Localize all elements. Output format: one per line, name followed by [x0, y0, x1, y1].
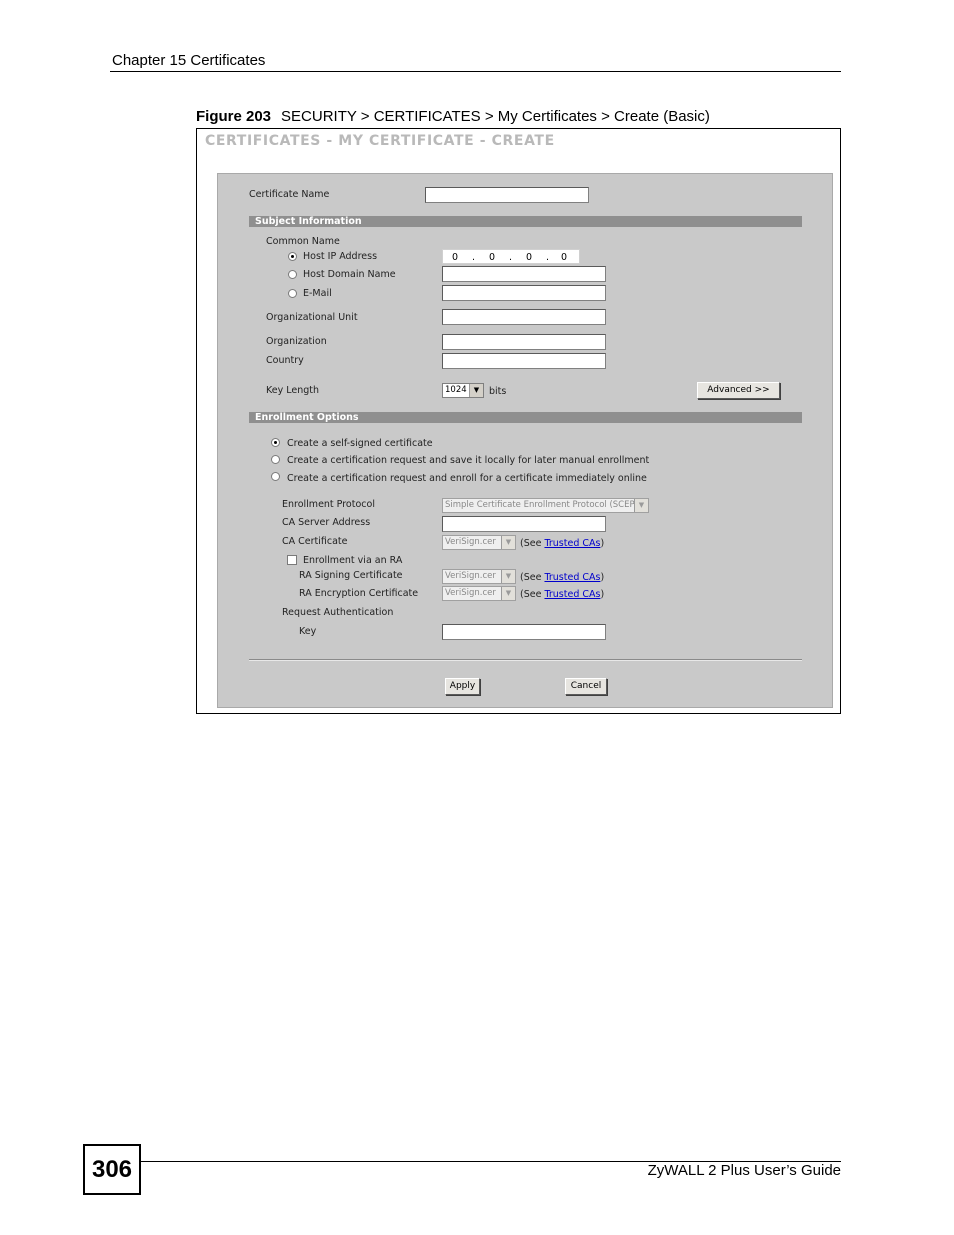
org-unit-label: Organizational Unit [266, 312, 358, 323]
ra-encryption-label: RA Encryption Certificate [299, 588, 419, 599]
email-input[interactable] [442, 285, 606, 301]
enrollment-via-ra-checkbox[interactable] [287, 555, 297, 565]
host-domain-radio[interactable] [288, 270, 297, 279]
host-ip-radio[interactable] [288, 252, 297, 261]
ip-octet-1: 0 [452, 252, 459, 263]
request-local-label: Create a certification request and save … [287, 455, 650, 466]
key-length-label: Key Length [266, 385, 320, 396]
ra-signing-see: (See Trusted CAs) [520, 572, 604, 584]
see-close: ) [600, 538, 605, 549]
form-divider [249, 659, 802, 661]
ip-octet-3: 0 [526, 252, 533, 263]
certificate-name-label: Certificate Name [249, 189, 330, 200]
subject-information-bar: Subject Information [249, 216, 802, 227]
header-rule [110, 71, 841, 72]
self-signed-radio[interactable] [271, 438, 280, 447]
email-label: E-Mail [303, 288, 332, 299]
figure-caption-text: SECURITY > CERTIFICATES > My Certificate… [281, 108, 710, 125]
request-authentication-label: Request Authentication [282, 607, 394, 618]
cancel-button[interactable]: Cancel [565, 678, 607, 695]
ca-server-label: CA Server Address [282, 517, 371, 528]
certificate-name-input[interactable] [425, 187, 589, 203]
organization-label: Organization [266, 336, 327, 347]
ca-certificate-select[interactable]: VeriSign.cer ▼ [442, 535, 516, 550]
host-domain-label: Host Domain Name [303, 269, 396, 280]
ip-dot: . [472, 252, 476, 263]
see-text: (See [520, 538, 542, 549]
enrollment-protocol-value: Simple Certificate Enrollment Protocol (… [445, 500, 638, 510]
ca-server-input[interactable] [442, 516, 606, 532]
host-domain-input[interactable] [442, 266, 606, 282]
apply-button[interactable]: Apply [445, 678, 480, 695]
trusted-cas-link[interactable]: Trusted CAs [544, 572, 600, 583]
enrollment-protocol-select[interactable]: Simple Certificate Enrollment Protocol (… [442, 498, 649, 513]
chevron-down-icon: ▼ [634, 499, 648, 512]
trusted-cas-link[interactable]: Trusted CAs [544, 589, 600, 600]
screen-title: CERTIFICATES - MY CERTIFICATE - CREATE [205, 133, 555, 149]
subject-information-heading: Subject Information [255, 216, 362, 227]
ca-certificate-label: CA Certificate [282, 536, 348, 547]
organization-input[interactable] [442, 334, 606, 350]
key-length-select[interactable]: 1024 ▼ [442, 383, 484, 398]
see-close: ) [600, 589, 605, 600]
key-label: Key [299, 626, 317, 637]
request-local-radio[interactable] [271, 455, 280, 464]
country-label: Country [266, 355, 304, 366]
org-unit-input[interactable] [442, 309, 606, 325]
page-number: 306 [83, 1144, 141, 1195]
ra-encryption-value: VeriSign.cer [445, 588, 496, 598]
chevron-down-icon: ▼ [501, 587, 515, 600]
enrollment-protocol-label: Enrollment Protocol [282, 499, 375, 510]
ca-certificate-value: VeriSign.cer [445, 537, 496, 547]
trusted-cas-link[interactable]: Trusted CAs [544, 538, 600, 549]
ip-dot: . [509, 252, 513, 263]
enrollment-options-heading: Enrollment Options [255, 412, 359, 423]
ra-signing-select[interactable]: VeriSign.cer ▼ [442, 569, 516, 584]
common-name-label: Common Name [266, 236, 340, 247]
bits-label: bits [489, 386, 507, 397]
advanced-button[interactable]: Advanced >> [697, 382, 780, 399]
enrollment-options-bar: Enrollment Options [249, 412, 802, 423]
ip-octet-2: 0 [489, 252, 496, 263]
see-text: (See [520, 589, 542, 600]
figure-caption: Figure 203 SECURITY > CERTIFICATES > My C… [196, 108, 710, 125]
key-input[interactable] [442, 624, 606, 640]
ra-encryption-see: (See Trusted CAs) [520, 589, 604, 601]
country-input[interactable] [442, 353, 606, 369]
host-ip-input[interactable]: 0 . 0 . 0 . 0 [442, 249, 580, 264]
ra-signing-value: VeriSign.cer [445, 571, 496, 581]
key-length-value: 1024 [445, 385, 467, 395]
ip-dot: . [546, 252, 550, 263]
chapter-header: Chapter 15 Certificates [112, 52, 266, 69]
self-signed-label: Create a self-signed certificate [287, 438, 433, 449]
ip-octet-4: 0 [561, 252, 568, 263]
request-online-label: Create a certification request and enrol… [287, 473, 647, 484]
figure-number: Figure 203 [196, 108, 272, 125]
see-close: ) [600, 572, 605, 583]
see-text: (See [520, 572, 542, 583]
guide-title: ZyWALL 2 Plus User’s Guide [647, 1162, 841, 1179]
chevron-down-icon: ▼ [469, 384, 483, 397]
host-ip-label: Host IP Address [303, 251, 378, 262]
enrollment-via-ra-label: Enrollment via an RA [303, 555, 403, 566]
email-radio[interactable] [288, 289, 297, 298]
chevron-down-icon: ▼ [501, 570, 515, 583]
ra-signing-label: RA Signing Certificate [299, 570, 403, 581]
ca-certificate-see: (See Trusted CAs) [520, 538, 604, 550]
ra-encryption-select[interactable]: VeriSign.cer ▼ [442, 586, 516, 601]
chevron-down-icon: ▼ [501, 536, 515, 549]
request-online-radio[interactable] [271, 472, 280, 481]
